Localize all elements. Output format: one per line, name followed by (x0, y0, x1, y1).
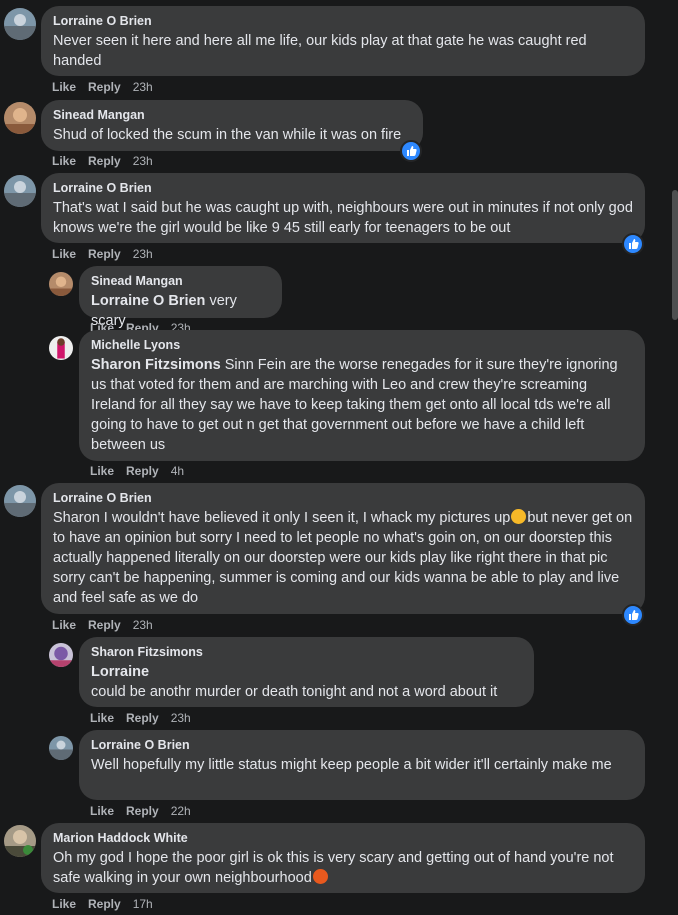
comment-bubble: Lorraine O Brien That's wat I said but h… (41, 173, 645, 243)
comment-author[interactable]: Lorraine O Brien (53, 180, 633, 196)
comment-bubble: Sharon Fitzsimons Lorraine could be anot… (79, 637, 534, 707)
like-button[interactable]: Like (52, 80, 76, 94)
avatar[interactable] (49, 736, 73, 760)
like-reaction-icon[interactable] (622, 604, 644, 626)
comment-bubble: Marion Haddock White Oh my god I hope th… (41, 823, 645, 893)
comment-bubble: Sinead Mangan Shud of locked the scum in… (41, 100, 423, 151)
comment-author[interactable]: Lorraine O Brien (53, 13, 633, 29)
mention-link[interactable]: Lorraine O Brien (91, 293, 205, 309)
mention-link[interactable]: Lorraine (91, 664, 149, 680)
comment-author[interactable]: Lorraine O Brien (91, 737, 633, 753)
comment-author[interactable]: Sinead Mangan (91, 273, 270, 289)
comment-time[interactable]: 23h (133, 247, 153, 261)
like-button[interactable]: Like (52, 618, 76, 632)
reply-button[interactable]: Reply (126, 804, 159, 818)
comment-time[interactable]: 23h (133, 154, 153, 168)
comment-author[interactable]: Sinead Mangan (53, 107, 411, 123)
reply-button[interactable]: Reply (88, 247, 121, 261)
comment-text: Oh my god I hope the poor girl is ok thi… (53, 850, 614, 886)
laughing-emoji-icon (511, 509, 527, 524)
comment-time[interactable]: 23h (171, 711, 191, 725)
comment-text: Never seen it here and here all me life,… (53, 33, 587, 69)
comment-bubble: Sinead Mangan Lorraine O Brien very scar… (79, 266, 282, 329)
avatar[interactable] (4, 102, 36, 134)
comment-text: Well hopefully my little status might ke… (91, 757, 612, 773)
comment-text: could be anothr murder or death tonight … (91, 684, 498, 700)
comment-time[interactable]: 23h (133, 80, 153, 94)
mention-link[interactable]: Sharon Fitzsimons (91, 357, 221, 373)
like-reaction-icon[interactable] (622, 233, 644, 255)
comment-text: Sharon I wouldn't have believed it only … (53, 510, 511, 526)
comment-author[interactable]: Lorraine O Brien (53, 490, 633, 506)
like-button[interactable]: Like (52, 154, 76, 168)
like-button[interactable]: Like (90, 464, 114, 478)
comment-author[interactable]: Marion Haddock White (53, 830, 633, 846)
like-button[interactable]: Like (52, 897, 76, 911)
like-button[interactable]: Like (52, 247, 76, 261)
reply-button[interactable]: Reply (126, 711, 159, 725)
avatar[interactable] (4, 8, 36, 40)
reply-button[interactable]: Reply (88, 154, 121, 168)
like-button[interactable]: Like (90, 711, 114, 725)
reply-button[interactable]: Reply (126, 464, 159, 478)
comment-bubble: Lorraine O Brien Sharon I wouldn't have … (41, 483, 645, 614)
like-reaction-icon[interactable] (400, 140, 422, 162)
avatar[interactable] (4, 825, 36, 857)
like-button[interactable]: Like (90, 804, 114, 818)
reply-button[interactable]: Reply (88, 618, 121, 632)
scrollbar[interactable] (672, 190, 678, 320)
comment-text: That's wat I said but he was caught up w… (53, 200, 633, 236)
avatar[interactable] (49, 643, 73, 667)
comment-author[interactable]: Sharon Fitzsimons (91, 644, 522, 660)
comment-time[interactable]: 4h (171, 464, 184, 478)
comment-time[interactable]: 22h (171, 804, 191, 818)
avatar[interactable] (4, 485, 36, 517)
comment-bubble: Lorraine O Brien Well hopefully my littl… (79, 730, 645, 800)
avatar[interactable] (49, 272, 73, 296)
reply-button[interactable]: Reply (88, 80, 121, 94)
comment-bubble: Lorraine O Brien Never seen it here and … (41, 6, 645, 76)
comment-time[interactable]: 17h (133, 897, 153, 911)
avatar[interactable] (49, 336, 73, 360)
comment-time[interactable]: 23h (133, 618, 153, 632)
reply-button[interactable]: Reply (88, 897, 121, 911)
comment-author[interactable]: Michelle Lyons (91, 337, 633, 353)
comment-text: Shud of locked the scum in the van while… (53, 127, 402, 143)
avatar[interactable] (4, 175, 36, 207)
comment-bubble: Michelle Lyons Sharon Fitzsimons Sinn Fe… (79, 330, 645, 461)
angry-emoji-icon (312, 869, 328, 884)
